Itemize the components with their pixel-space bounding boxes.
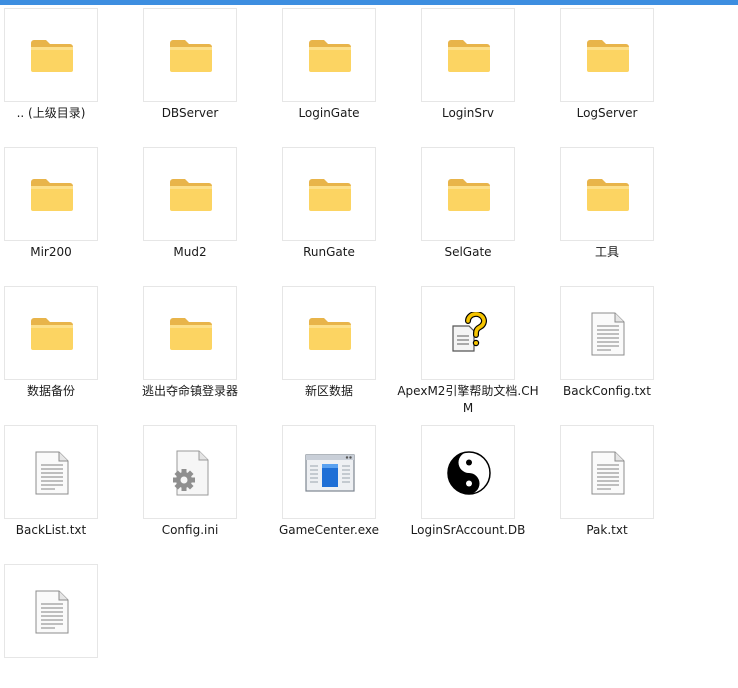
folder-icon bbox=[144, 148, 238, 242]
yin-yang-icon bbox=[422, 426, 516, 520]
file-item-label: Pak.txt bbox=[586, 523, 628, 537]
file-tile[interactable] bbox=[4, 564, 98, 658]
text-file-icon bbox=[561, 426, 655, 520]
file-tile[interactable] bbox=[143, 286, 237, 380]
file-item-label: Config.ini bbox=[161, 523, 219, 537]
file-item-label: DBServer bbox=[161, 106, 219, 120]
file-item-pak[interactable]: Pak.txt bbox=[556, 417, 696, 549]
file-tile[interactable] bbox=[143, 8, 237, 102]
folder-icon bbox=[144, 287, 238, 381]
text-file-icon bbox=[5, 426, 99, 520]
file-item-label: LoginSrv bbox=[441, 106, 495, 120]
folder-icon bbox=[283, 287, 377, 381]
file-tile[interactable] bbox=[143, 147, 237, 241]
folder-icon bbox=[561, 9, 655, 103]
file-item-label: LoginSrAccount.DB bbox=[410, 523, 526, 537]
file-item-label: LogServer bbox=[576, 106, 638, 120]
file-item-label: Mir200 bbox=[30, 245, 72, 259]
file-item-label: 工具 bbox=[594, 245, 619, 259]
file-item-label: Mud2 bbox=[173, 245, 207, 259]
file-tile[interactable] bbox=[421, 147, 515, 241]
file-item-backconfig[interactable]: BackConfig.txt bbox=[556, 278, 696, 410]
file-tile[interactable] bbox=[560, 286, 654, 380]
file-item-label: SelGate bbox=[444, 245, 492, 259]
help-file-icon bbox=[422, 287, 516, 381]
file-item-label: 逃出夺命镇登录器 bbox=[141, 384, 238, 398]
file-tile[interactable] bbox=[282, 286, 376, 380]
folder-icon bbox=[561, 148, 655, 242]
text-file-icon bbox=[561, 287, 655, 381]
folder-icon bbox=[283, 148, 377, 242]
folder-icon bbox=[5, 148, 99, 242]
file-item-label: 数据备份 bbox=[26, 384, 75, 398]
file-item-label: BackList.txt bbox=[15, 523, 87, 537]
file-tile[interactable] bbox=[560, 8, 654, 102]
file-item-logserver[interactable]: LogServer bbox=[556, 0, 696, 132]
app-window-icon bbox=[283, 426, 377, 520]
file-tile[interactable] bbox=[282, 425, 376, 519]
file-item-label: RunGate bbox=[303, 245, 355, 259]
file-tile[interactable] bbox=[282, 8, 376, 102]
file-tile[interactable] bbox=[4, 8, 98, 102]
folder-icon bbox=[283, 9, 377, 103]
file-item-tools[interactable]: 工具 bbox=[556, 139, 696, 271]
file-tile[interactable] bbox=[143, 425, 237, 519]
file-grid: .. (上级目录) DBServer LoginGate LoginSrv Lo… bbox=[0, 0, 738, 668]
folder-icon bbox=[5, 9, 99, 103]
file-tile[interactable] bbox=[560, 425, 654, 519]
file-item-label: GameCenter.exe bbox=[278, 523, 380, 537]
file-item-label: BackConfig.txt bbox=[563, 384, 651, 398]
file-tile[interactable] bbox=[282, 147, 376, 241]
file-item-label: 新区数据 bbox=[304, 384, 353, 398]
file-tile[interactable] bbox=[4, 286, 98, 380]
folder-icon bbox=[5, 287, 99, 381]
file-item-label: ApexM2引擎帮助文档.CHM bbox=[397, 384, 539, 415]
file-tile[interactable] bbox=[4, 147, 98, 241]
settings-file-icon bbox=[144, 426, 238, 520]
file-tile[interactable] bbox=[560, 147, 654, 241]
folder-icon bbox=[422, 148, 516, 242]
folder-icon bbox=[422, 9, 516, 103]
text-file-icon bbox=[5, 565, 99, 659]
file-tile[interactable] bbox=[421, 425, 515, 519]
file-tile[interactable] bbox=[4, 425, 98, 519]
file-item-label: LoginGate bbox=[298, 106, 360, 120]
file-tile[interactable] bbox=[421, 286, 515, 380]
file-tile[interactable] bbox=[421, 8, 515, 102]
file-item-label: .. (上级目录) bbox=[16, 106, 86, 120]
folder-icon bbox=[144, 9, 238, 103]
file-item-text-file[interactable] bbox=[0, 556, 140, 688]
